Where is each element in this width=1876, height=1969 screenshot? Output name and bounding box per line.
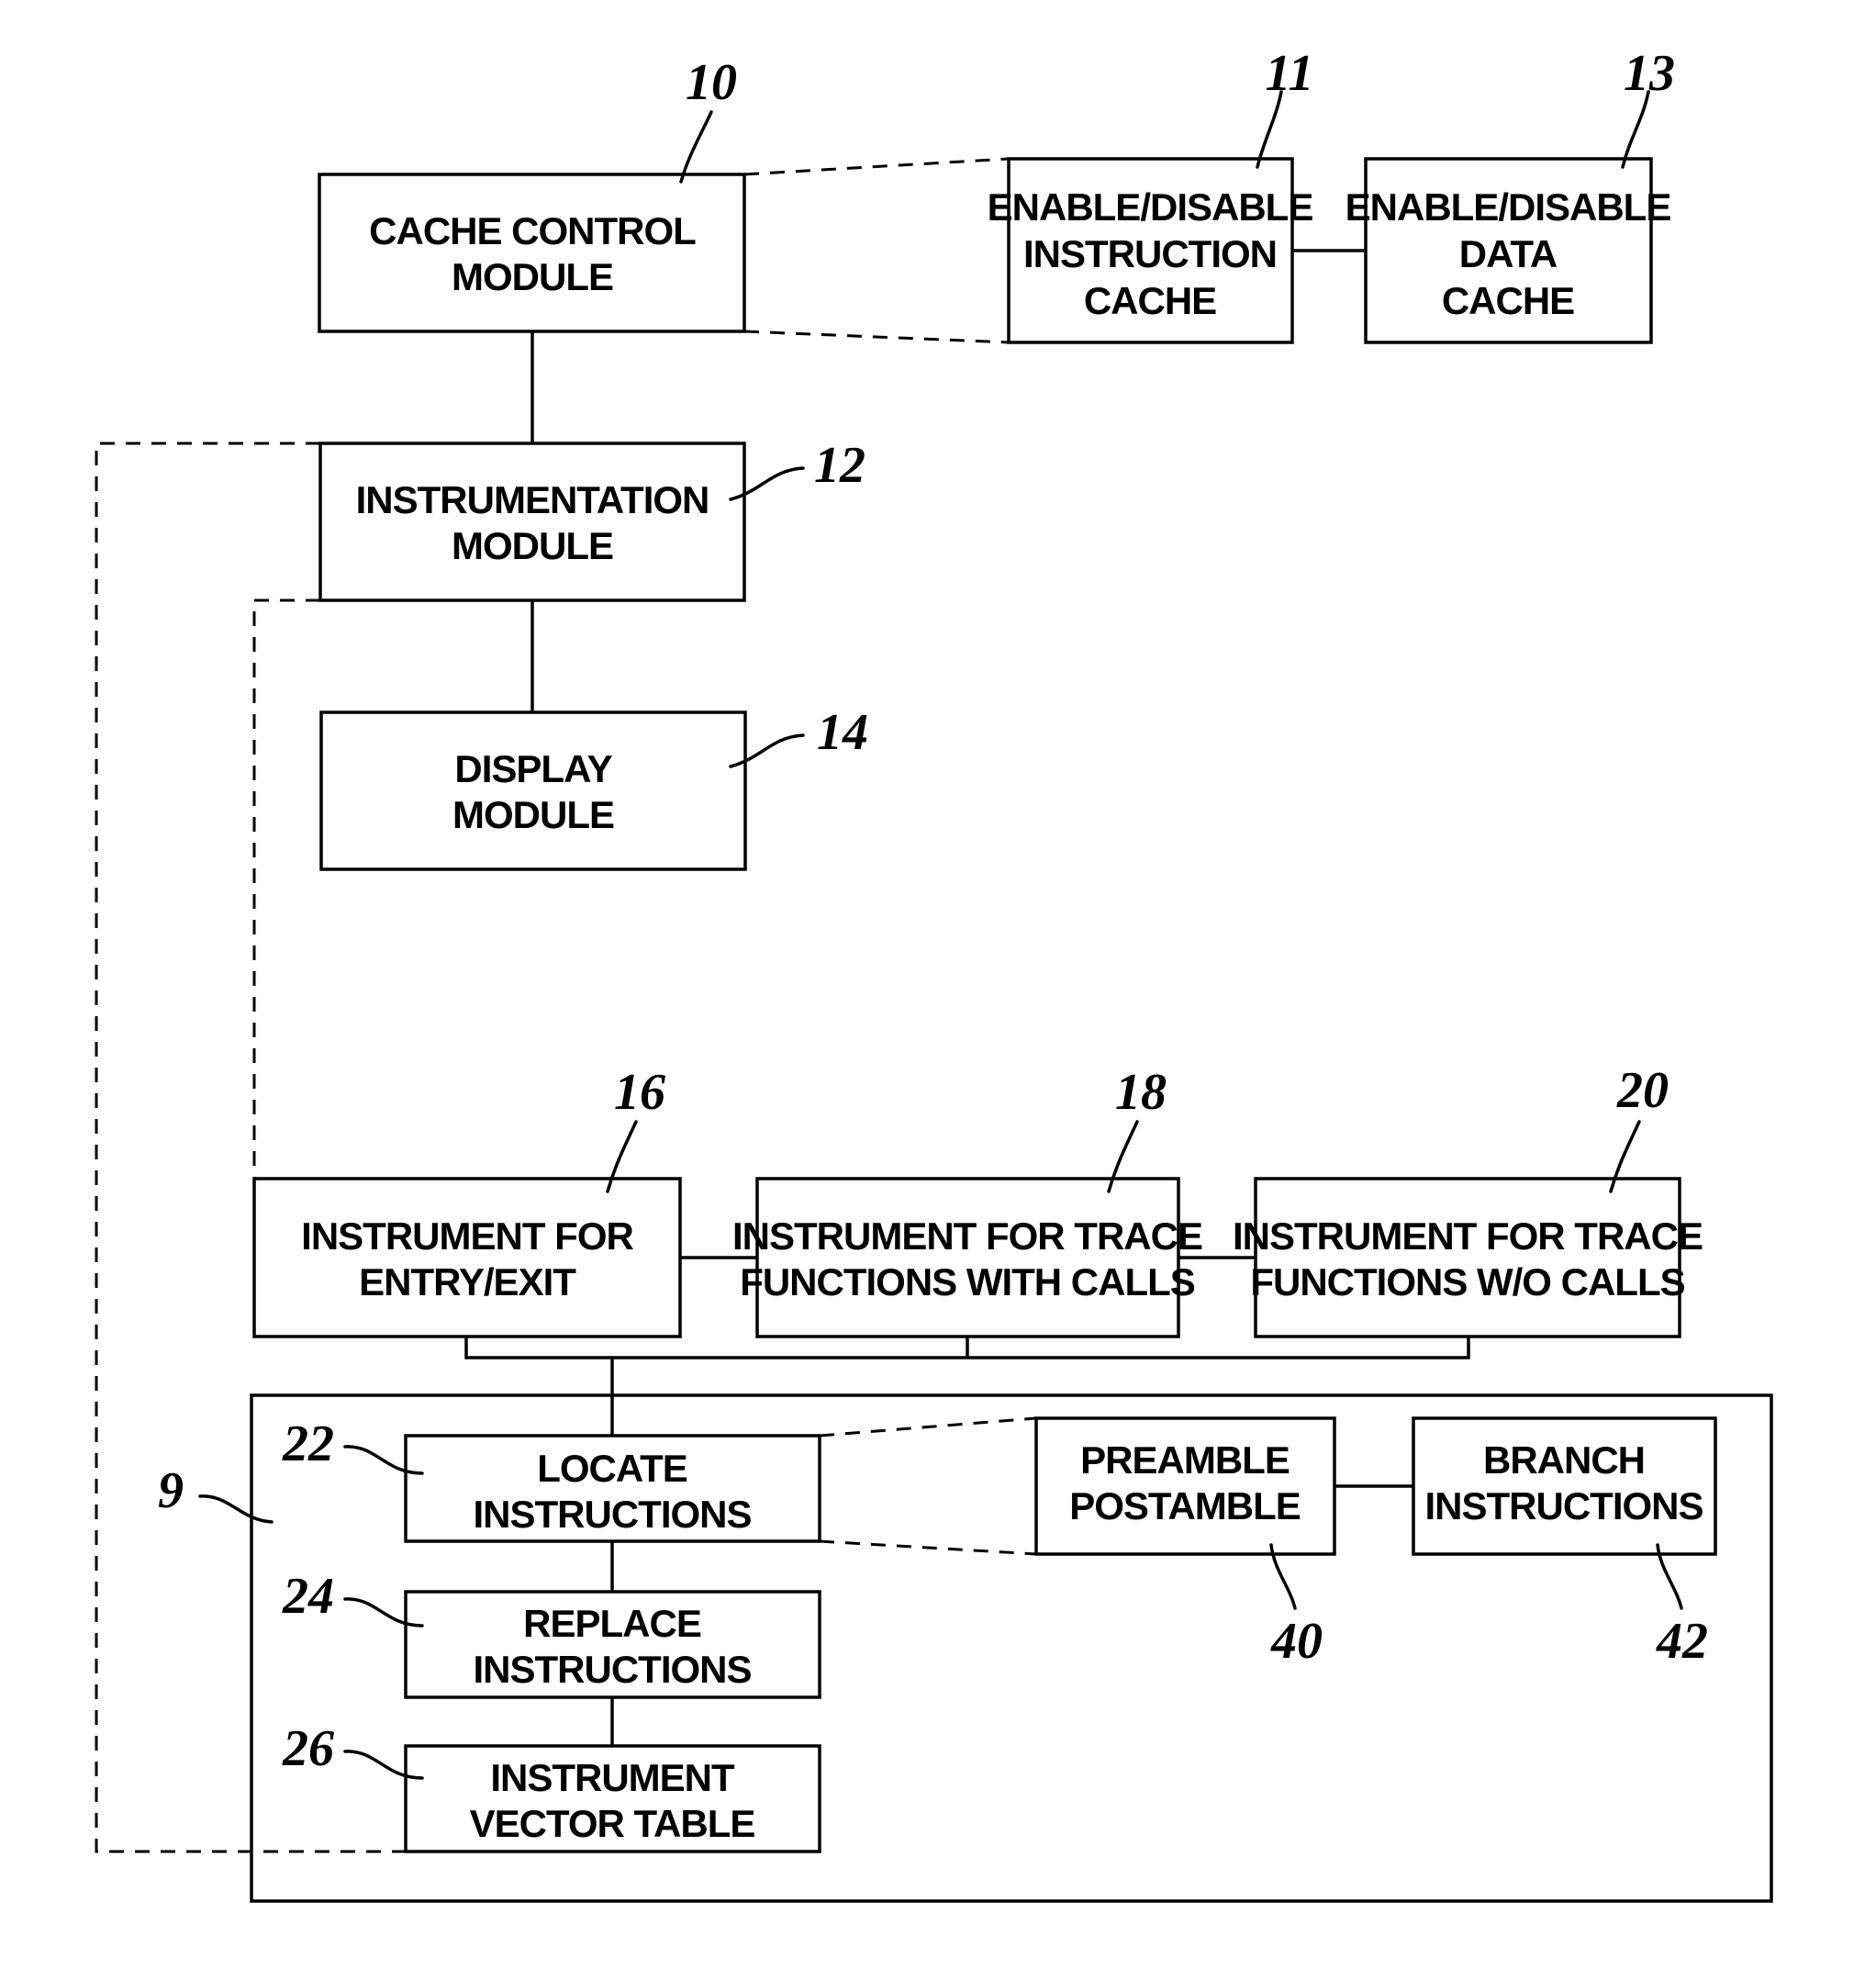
box-display-module (319, 710, 747, 871)
box-instrument-entry-exit (252, 1177, 682, 1338)
label-box-13-line2: DATA (1459, 232, 1558, 275)
label-box-20-line1: INSTRUMENT FOR TRACE (1233, 1214, 1703, 1258)
label-box-12-line2: MODULE (452, 524, 613, 567)
ref-numeral-11: 11 (1266, 45, 1314, 102)
ref-numeral-22: 22 (282, 1415, 334, 1472)
box-instrument-trace-with-calls (755, 1177, 1180, 1338)
ref-numeral-24: 24 (282, 1568, 334, 1625)
box-cache-control-module (318, 173, 746, 333)
label-box-18-line1: INSTRUMENT FOR TRACE (732, 1214, 1202, 1258)
label-box-14-line1: DISPLAY (454, 747, 612, 790)
label-box-22-line2: INSTRUCTIONS (474, 1493, 752, 1536)
label-box-40-line2: POSTAMBLE (1069, 1484, 1301, 1527)
ref-numeral-12: 12 (814, 437, 865, 494)
label-box-26-line1: INSTRUMENT (490, 1756, 735, 1799)
label-box-24-line2: INSTRUCTIONS (474, 1648, 752, 1691)
dash-10-11-bottom (743, 330, 1010, 344)
label-box-11-line2: INSTRUCTION (1023, 232, 1277, 275)
label-box-13-line3: CACHE (1442, 279, 1574, 322)
label-box-26-line2: VECTOR TABLE (470, 1802, 755, 1845)
ref-numeral-9: 9 (158, 1462, 184, 1519)
label-box-24-line1: REPLACE (523, 1602, 701, 1645)
leader-13 (1621, 90, 1650, 169)
label-box-14-line2: MODULE (452, 793, 614, 836)
ref-numeral-42: 42 (1656, 1613, 1708, 1670)
leader-11 (1256, 90, 1283, 169)
leader-10 (679, 110, 713, 184)
label-box-11-line1: ENABLE/DISABLE (988, 185, 1313, 229)
ref-numeral-14: 14 (817, 704, 868, 761)
label-box-22-line1: LOCATE (537, 1447, 687, 1490)
label-box-11-line3: CACHE (1084, 279, 1216, 322)
label-box-42-line1: BRANCH (1483, 1438, 1645, 1482)
ref-numeral-20: 20 (1616, 1062, 1669, 1119)
label-box-16-line1: INSTRUMENT FOR (301, 1214, 633, 1258)
dash-10-11-top (743, 157, 1010, 176)
dash-12-16 (252, 599, 320, 1179)
ref-numeral-13: 13 (1624, 45, 1675, 102)
box-instrumentation-module (318, 442, 746, 602)
ref-numeral-10: 10 (686, 54, 737, 111)
label-box-20-line2: FUNCTIONS W/O CALLS (1250, 1260, 1684, 1303)
ref-numeral-16: 16 (614, 1064, 665, 1121)
block-diagram: CACHE CONTROL MODULE ENABLE/DISABLE INST… (95, 45, 1773, 1903)
label-box-40-line1: PREAMBLE (1080, 1438, 1290, 1482)
ref-numeral-26: 26 (282, 1720, 334, 1777)
label-box-42-line2: INSTRUCTIONS (1425, 1484, 1703, 1527)
ref-numeral-40: 40 (1270, 1613, 1323, 1670)
label-box-10-line2: MODULE (452, 255, 613, 298)
label-box-12-line1: INSTRUMENTATION (356, 478, 709, 521)
box-instrument-trace-without-calls (1254, 1177, 1681, 1338)
label-box-13-line1: ENABLE/DISABLE (1346, 185, 1671, 229)
label-box-18-line2: FUNCTIONS WITH CALLS (740, 1260, 1195, 1303)
label-box-16-line2: ENTRY/EXIT (359, 1260, 576, 1303)
label-box-10-line1: CACHE CONTROL (369, 209, 696, 252)
ref-numeral-18: 18 (1115, 1064, 1167, 1121)
